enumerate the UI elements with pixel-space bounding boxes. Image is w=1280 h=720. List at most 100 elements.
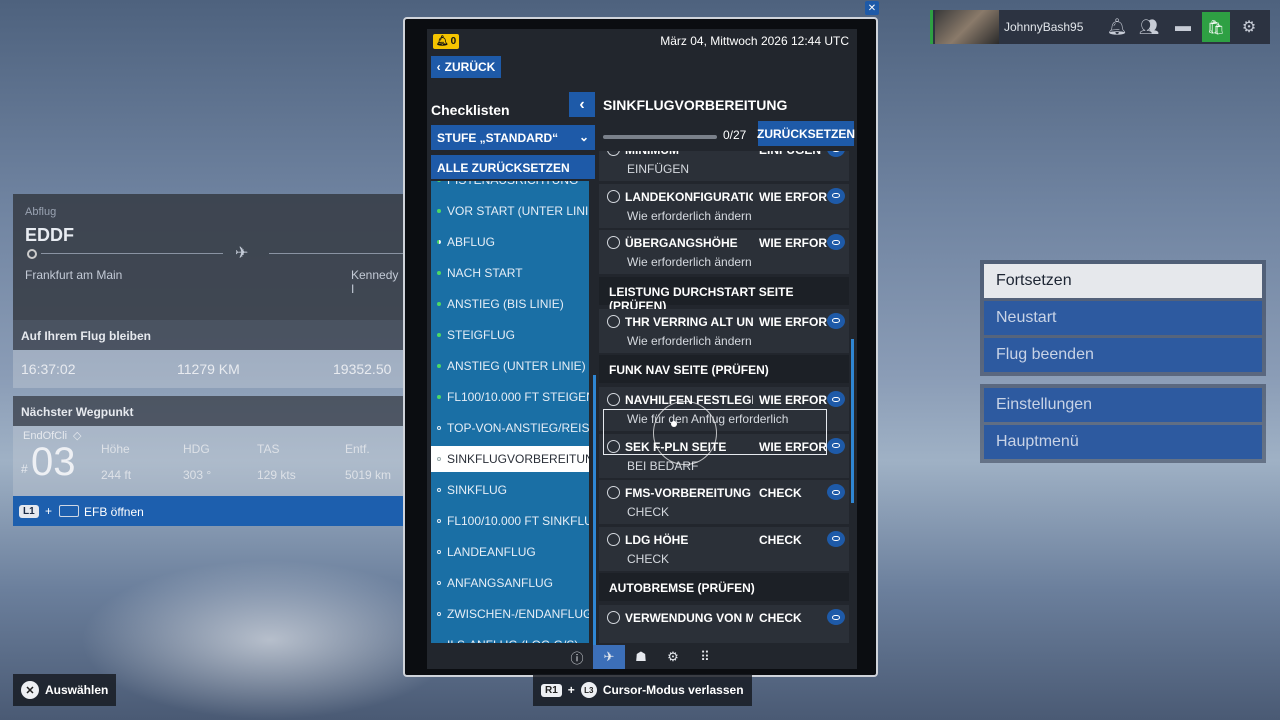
- status-dot-icon: [437, 519, 441, 523]
- apps-grid-icon[interactable]: ⠿: [689, 645, 721, 669]
- efb-open-hint[interactable]: L1 + EFB öffnen: [13, 496, 403, 526]
- checklist-step[interactable]: FMS-VORBEREITUNG CHECK CHECK: [599, 480, 849, 524]
- alert-bell-icon: 🔔︎: [435, 36, 449, 47]
- select-hint[interactable]: ✕ Auswählen: [13, 674, 117, 706]
- status-dot-icon: [437, 240, 441, 244]
- checklist-item[interactable]: SINKFLUG: [431, 477, 589, 503]
- close-icon[interactable]: ✕: [865, 1, 879, 15]
- eye-icon[interactable]: [827, 437, 845, 454]
- checklist-item[interactable]: TOP-VON-ANSTIEG/REISE: [431, 415, 589, 441]
- checklist-item[interactable]: LANDEANFLUG: [431, 539, 589, 565]
- username[interactable]: JohnnyBash95: [1004, 20, 1083, 34]
- eye-icon[interactable]: [827, 391, 845, 407]
- online-indicator: [930, 10, 933, 44]
- altitude-label: Höhe: [101, 442, 130, 456]
- list-scrollbar[interactable]: [593, 375, 596, 649]
- flight-info-panel: Abflug EDDF ✈ Frankfurt am Main Kennedy …: [13, 194, 403, 526]
- checklist-item[interactable]: ABFLUG: [431, 229, 589, 255]
- checkbox-circle[interactable]: [607, 314, 620, 328]
- friends-icon[interactable]: 👥︎: [1138, 16, 1160, 38]
- checklist-item-label: STEIGFLUG: [447, 328, 516, 342]
- chat-icon[interactable]: ▬: [1172, 16, 1194, 38]
- waypoint-hash: #: [21, 462, 28, 476]
- checklist-item[interactable]: PISTENAUSRICHTUNG: [431, 181, 589, 193]
- restart-button[interactable]: Neustart: [984, 301, 1262, 335]
- gear-icon[interactable]: ⚙: [1238, 16, 1260, 38]
- keyboard-icon: [59, 505, 79, 517]
- checklist-items: MINIMUM EINFÜGEN EINFÜGEN LANDEKONFIGURATIO…: [599, 151, 849, 643]
- eye-icon[interactable]: [827, 484, 845, 500]
- distance-flown: 11279 KM: [177, 361, 240, 377]
- status-dot-icon: [437, 550, 441, 554]
- eye-icon[interactable]: [827, 312, 845, 329]
- origin-city: Frankfurt am Main: [25, 268, 123, 282]
- checklist-item[interactable]: FL100/10.000 FT SINKFLUG: [431, 508, 589, 534]
- continue-button[interactable]: Fortsetzen: [984, 264, 1262, 298]
- notification-badge[interactable]: 🔔︎ 0: [433, 34, 459, 49]
- plane-icon[interactable]: ✈: [593, 645, 625, 669]
- checklist-step[interactable]: VERWENDUNG VON MA CHECK: [599, 605, 849, 643]
- checklist-item[interactable]: ANFANGSANFLUG: [431, 570, 589, 596]
- checkbox-circle[interactable]: [607, 611, 620, 624]
- checkbox-circle[interactable]: [607, 393, 620, 406]
- eye-icon[interactable]: [827, 234, 845, 250]
- status-bar: 🔔︎ 0 März 04, Mittwoch 2026 12:44 UTC: [427, 29, 857, 55]
- checklist-step[interactable]: LANDEKONFIGURATION (I WIE ERFORDI Wie erfo…: [599, 183, 849, 228]
- step-description: Wie erforderlich ändern: [627, 333, 752, 348]
- checklist-step[interactable]: MINIMUM EINFÜGEN EINFÜGEN: [599, 151, 849, 181]
- checklist-item[interactable]: ANSTIEG (BIS LINIE): [431, 291, 589, 317]
- level-dropdown[interactable]: STUFE „STANDARD“ ⌄: [431, 125, 595, 150]
- collapse-panel-button[interactable]: ‹: [569, 92, 595, 117]
- eye-icon[interactable]: [827, 187, 845, 204]
- checklist-step[interactable]: LDG HÖHE CHECK CHECK: [599, 526, 849, 571]
- checklist-item[interactable]: SINKFLUGVORBEREITUNG: [431, 446, 589, 472]
- eye-icon[interactable]: [827, 609, 845, 625]
- checklist-step[interactable]: ÜBERGANGSHÖHE WIE ERFORD Wie erforderlich …: [599, 230, 849, 274]
- checklist-step[interactable]: THR VERRING ALT UND WIE ERFORD Wie erforde…: [599, 308, 849, 353]
- checklist-item-label: LANDEANFLUG: [447, 545, 536, 559]
- checklist-item[interactable]: ANSTIEG (UNTER LINIE): [431, 353, 589, 379]
- back-label: ZURÜCK: [444, 60, 496, 74]
- gear-icon[interactable]: ⚙: [657, 645, 689, 669]
- origin-code: EDDF: [25, 225, 74, 245]
- checklist-item[interactable]: FL100/10.000 FT STEIGEN: [431, 384, 589, 410]
- step-title: LANDEKONFIGURATION (I: [625, 189, 753, 204]
- checklist-item[interactable]: STEIGFLUG: [431, 322, 589, 348]
- checklist-item-label: FL100/10.000 FT SINKFLUG: [447, 514, 589, 528]
- chevron-left-icon: ‹: [436, 60, 441, 74]
- back-button[interactable]: ‹ ZURÜCK: [431, 56, 501, 78]
- step-title: VERWENDUNG VON MA: [625, 611, 753, 625]
- notification-count: 0: [450, 36, 457, 47]
- reset-all-button[interactable]: ALLE ZURÜCKSETZEN: [431, 155, 595, 179]
- settings-button[interactable]: Einstellungen: [984, 388, 1262, 422]
- checklist-item-label: VOR START (UNTER LINIE): [447, 204, 589, 218]
- chevron-down-icon: ⌄: [578, 130, 589, 144]
- shop-icon[interactable]: 🛍︎: [1202, 12, 1230, 42]
- end-flight-button[interactable]: Flug beenden: [984, 338, 1262, 372]
- checklist-item[interactable]: NACH START: [431, 260, 589, 286]
- cursor-mode-hint[interactable]: R1 + L3 Cursor-Modus verlassen: [533, 674, 752, 706]
- avatar[interactable]: [935, 10, 999, 44]
- items-scrollbar[interactable]: [851, 339, 854, 503]
- checklist-list: PISTENAUSRICHTUNG VOR START (UNTER LINIE)…: [431, 181, 589, 643]
- checklist-item[interactable]: VOR START (UNTER LINIE): [431, 198, 589, 224]
- eye-icon[interactable]: [827, 151, 845, 157]
- heading-value: 303 °: [183, 468, 212, 482]
- efb-tab-bar: ⓘ ✈ ☗ ⚙ ⠿: [427, 645, 857, 669]
- main-menu-button[interactable]: Hauptmenü: [984, 425, 1262, 459]
- checkbox-circle[interactable]: [607, 236, 620, 249]
- section-title: SINKFLUGVORBEREITUNG: [603, 97, 788, 113]
- eye-icon[interactable]: [827, 530, 845, 547]
- info-icon[interactable]: ⓘ: [561, 645, 593, 669]
- pilot-icon[interactable]: ☗: [625, 645, 657, 669]
- checkbox-circle[interactable]: [607, 151, 620, 156]
- reset-button[interactable]: ZURÜCKSETZEN: [757, 121, 855, 146]
- checkbox-circle[interactable]: [607, 486, 620, 499]
- bell-icon[interactable]: 🔔︎: [1106, 16, 1128, 38]
- checklist-item[interactable]: ZWISCHEN-/ENDANFLUG: [431, 601, 589, 627]
- checklist-item[interactable]: ILS-ANFLUG (LOC-G/S): [431, 632, 589, 643]
- status-dot-icon: [437, 581, 441, 585]
- checkbox-circle[interactable]: [607, 189, 620, 203]
- checkbox-circle[interactable]: [607, 532, 620, 546]
- step-description: Wie erforderlich ändern: [627, 208, 752, 223]
